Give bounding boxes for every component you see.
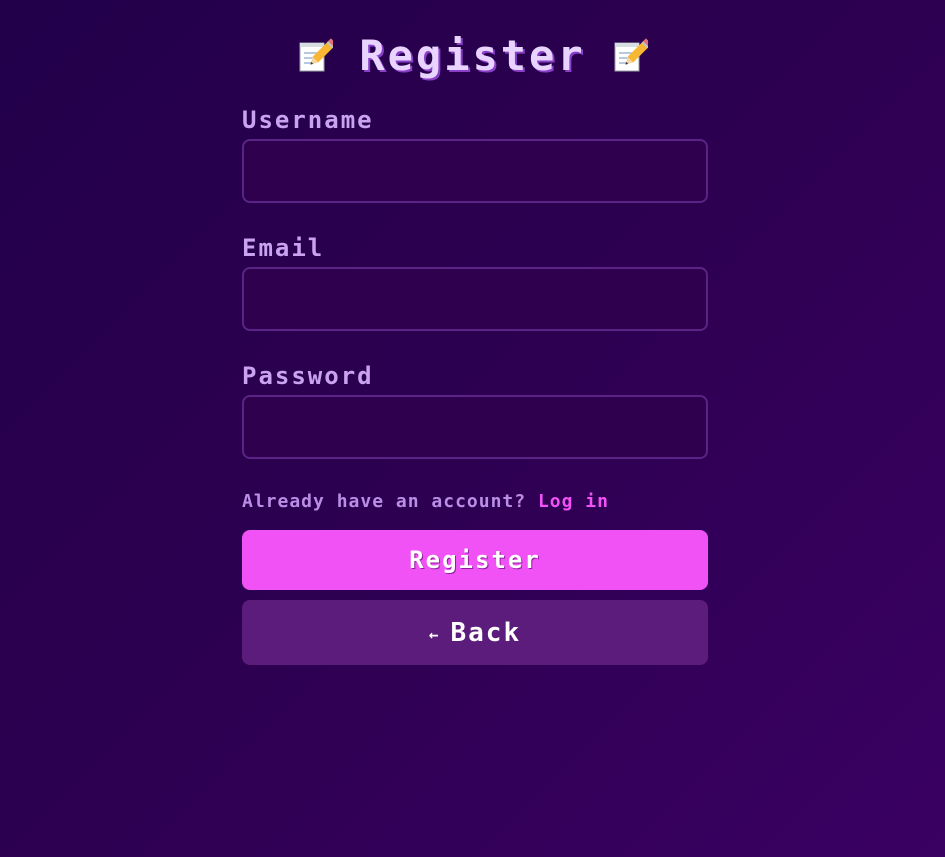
login-link[interactable]: Log in [538, 491, 609, 512]
page-title: Register [359, 31, 586, 80]
username-input[interactable] [242, 139, 708, 203]
email-label: Email [242, 234, 325, 262]
register-page: Register Username Email Password Already… [0, 0, 945, 857]
password-label: Password [242, 362, 374, 390]
password-input[interactable] [242, 395, 708, 459]
password-group: Password [242, 360, 708, 488]
email-input[interactable] [242, 267, 708, 331]
back-button-label: Back [450, 617, 522, 648]
login-prompt-text: Already have an account? [242, 491, 538, 512]
back-button[interactable]: ← Back [242, 600, 708, 665]
login-prompt: Already have an account? Log in [242, 489, 708, 515]
register-button[interactable]: Register [242, 530, 708, 590]
register-form: Username Email Password [242, 104, 708, 488]
memo-pencil-icon [299, 38, 334, 72]
arrow-left-icon: ← [428, 624, 441, 644]
memo-pencil-icon [614, 38, 648, 72]
username-label: Username [242, 106, 374, 134]
title-row: Register [0, 28, 945, 84]
email-group: Email [242, 232, 708, 360]
username-group: Username [242, 104, 708, 232]
register-button-label: Register [409, 546, 541, 574]
